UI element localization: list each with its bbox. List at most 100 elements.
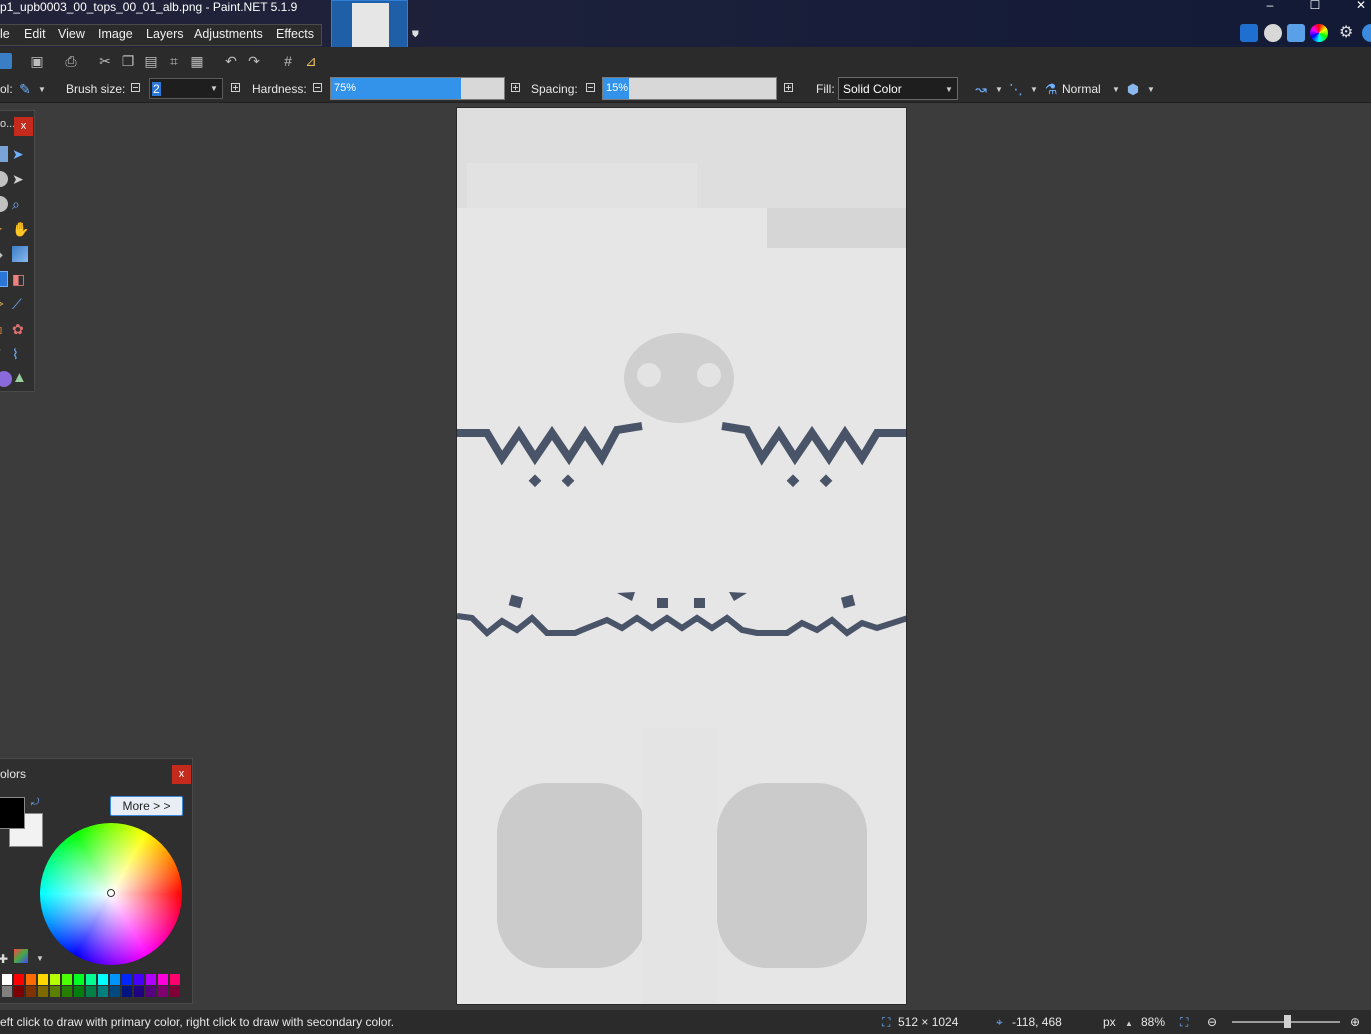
paint-bucket-icon[interactable]: ◆	[0, 246, 8, 262]
menu-view[interactable]: View	[58, 27, 85, 41]
menu-effects[interactable]: Effects	[276, 27, 314, 41]
zoom-in-icon[interactable]: ⊕	[1350, 1015, 1360, 1029]
fill-select[interactable]: Solid Color ▼	[838, 77, 958, 100]
palette-swatch[interactable]	[86, 986, 96, 997]
palette-swatch[interactable]	[14, 974, 24, 985]
zoom-slider[interactable]	[1232, 1015, 1340, 1028]
magic-wand-icon[interactable]: ✦	[0, 221, 8, 237]
line-curve-icon[interactable]: ⌇	[12, 346, 28, 362]
ruler-icon[interactable]: ⊿	[303, 53, 319, 69]
units-selector[interactable]: px	[1103, 1015, 1116, 1029]
triangle-shape-icon[interactable]: ▲	[12, 369, 28, 386]
more-colors-button[interactable]: More > >	[110, 796, 183, 816]
brush-size-decrease-button[interactable]	[131, 83, 140, 92]
image-canvas[interactable]	[456, 107, 907, 1005]
palette-swatch[interactable]	[110, 974, 120, 985]
palette-menu-icon[interactable]	[14, 949, 28, 963]
palette-swatch[interactable]	[158, 974, 168, 985]
palette-swatch[interactable]	[146, 986, 156, 997]
layers-window-icon[interactable]	[1287, 24, 1305, 42]
palette-swatch[interactable]	[74, 974, 84, 985]
spacing-increase-button[interactable]	[784, 83, 793, 92]
palette-dropdown-icon[interactable]: ▼	[36, 954, 44, 963]
hardness-increase-button[interactable]	[511, 83, 520, 92]
palette-swatch[interactable]	[50, 974, 60, 985]
palette-swatch[interactable]	[122, 986, 132, 997]
help-icon[interactable]	[1362, 24, 1371, 42]
hardness-slider[interactable]: 75%	[330, 77, 505, 100]
antialias-icon[interactable]: ↝	[973, 81, 989, 97]
hardness-decrease-button[interactable]	[313, 83, 322, 92]
menu-file[interactable]: le	[0, 27, 10, 41]
menu-image[interactable]: Image	[98, 27, 133, 41]
save-icon[interactable]: ▣	[29, 53, 45, 69]
palette-swatch[interactable]	[146, 974, 156, 985]
zoom-value[interactable]: 88%	[1141, 1015, 1165, 1029]
add-to-palette-icon[interactable]: ✚	[0, 952, 8, 966]
paintbrush-icon[interactable]: ✎	[17, 81, 33, 97]
menu-edit[interactable]: Edit	[24, 27, 46, 41]
palette-swatch[interactable]	[170, 986, 180, 997]
pan-icon[interactable]: ✋	[12, 221, 29, 237]
selection-clipping-dropdown-icon[interactable]: ▼	[1147, 85, 1155, 94]
lasso-select-icon[interactable]	[0, 171, 8, 187]
print-icon[interactable]: ⎙	[63, 53, 79, 69]
spacing-decrease-button[interactable]	[586, 83, 595, 92]
colors-panel-close-button[interactable]: x	[172, 765, 191, 784]
zoom-to-window-icon[interactable]: ⛶	[1180, 1015, 1188, 1030]
spacing-slider[interactable]: 15%	[602, 77, 777, 100]
palette-swatch[interactable]	[98, 986, 108, 997]
brush-size-increase-button[interactable]	[231, 83, 240, 92]
brush-size-dropdown-icon[interactable]: ▼	[210, 84, 218, 93]
open-icon[interactable]	[0, 53, 12, 69]
fill-dropdown-icon[interactable]: ▼	[945, 85, 953, 94]
palette-swatch[interactable]	[2, 974, 12, 985]
minimize-button[interactable]: –	[1260, 0, 1280, 12]
ellipse-select-icon[interactable]	[0, 196, 8, 212]
pencil-icon[interactable]: ✏	[0, 296, 8, 312]
palette-swatch[interactable]	[86, 974, 96, 985]
history-window-icon[interactable]	[1264, 24, 1282, 42]
palette-swatch[interactable]	[74, 986, 84, 997]
tools-panel-close-button[interactable]: x	[14, 117, 33, 136]
maximize-button[interactable]: ☐	[1305, 0, 1325, 12]
palette-swatch[interactable]	[158, 986, 168, 997]
paintbrush-tool-icon[interactable]	[0, 271, 8, 287]
palette-swatch[interactable]	[122, 974, 132, 985]
selection-clipping-icon[interactable]: ⬢	[1125, 81, 1141, 97]
zoom-slider-thumb[interactable]	[1284, 1015, 1291, 1028]
units-dropdown-icon[interactable]: ▲	[1125, 1019, 1133, 1028]
recolor-icon[interactable]: ✿	[12, 321, 28, 337]
move-selected-icon[interactable]: ➤	[12, 146, 28, 162]
palette-swatch[interactable]	[134, 974, 144, 985]
tool-dropdown-icon[interactable]: ▼	[38, 85, 46, 94]
gear-icon[interactable]: ⚙	[1339, 24, 1357, 42]
palette-swatch[interactable]	[38, 986, 48, 997]
palette-swatch[interactable]	[62, 974, 72, 985]
primary-color-swatch[interactable]	[0, 797, 25, 829]
color-picker-icon[interactable]: ⟋	[12, 296, 28, 312]
tab-list-icon[interactable]: ⛊	[412, 29, 419, 40]
cut-icon[interactable]: ✂	[97, 53, 113, 69]
paste-icon[interactable]: ▤	[143, 53, 159, 69]
blend-mode-value[interactable]: Normal	[1062, 82, 1101, 96]
redo-icon[interactable]: ↷	[246, 53, 262, 69]
antialias-dropdown-icon[interactable]: ▼	[995, 85, 1003, 94]
swap-colors-icon[interactable]: ⤾	[31, 797, 39, 808]
brush-size-input[interactable]: 2 ▼	[149, 78, 223, 99]
copy-icon[interactable]: ❐	[120, 53, 136, 69]
palette-swatch[interactable]	[26, 974, 36, 985]
palette-swatch[interactable]	[98, 974, 108, 985]
palette-swatch[interactable]	[38, 974, 48, 985]
colors-window-icon[interactable]	[1310, 24, 1328, 42]
zoom-icon[interactable]: ⌕	[12, 196, 28, 212]
zoom-out-icon[interactable]: ⊖	[1207, 1015, 1217, 1029]
rectangle-select-icon[interactable]	[0, 146, 8, 162]
shapes-icon[interactable]	[0, 371, 12, 387]
undo-icon[interactable]: ↶	[223, 53, 239, 69]
gradient-icon[interactable]	[12, 246, 28, 262]
palette-swatch[interactable]	[2, 986, 12, 997]
move-selection-icon[interactable]: ➤	[12, 171, 28, 187]
palette-swatch[interactable]	[50, 986, 60, 997]
deselect-icon[interactable]: ▦	[189, 53, 205, 69]
